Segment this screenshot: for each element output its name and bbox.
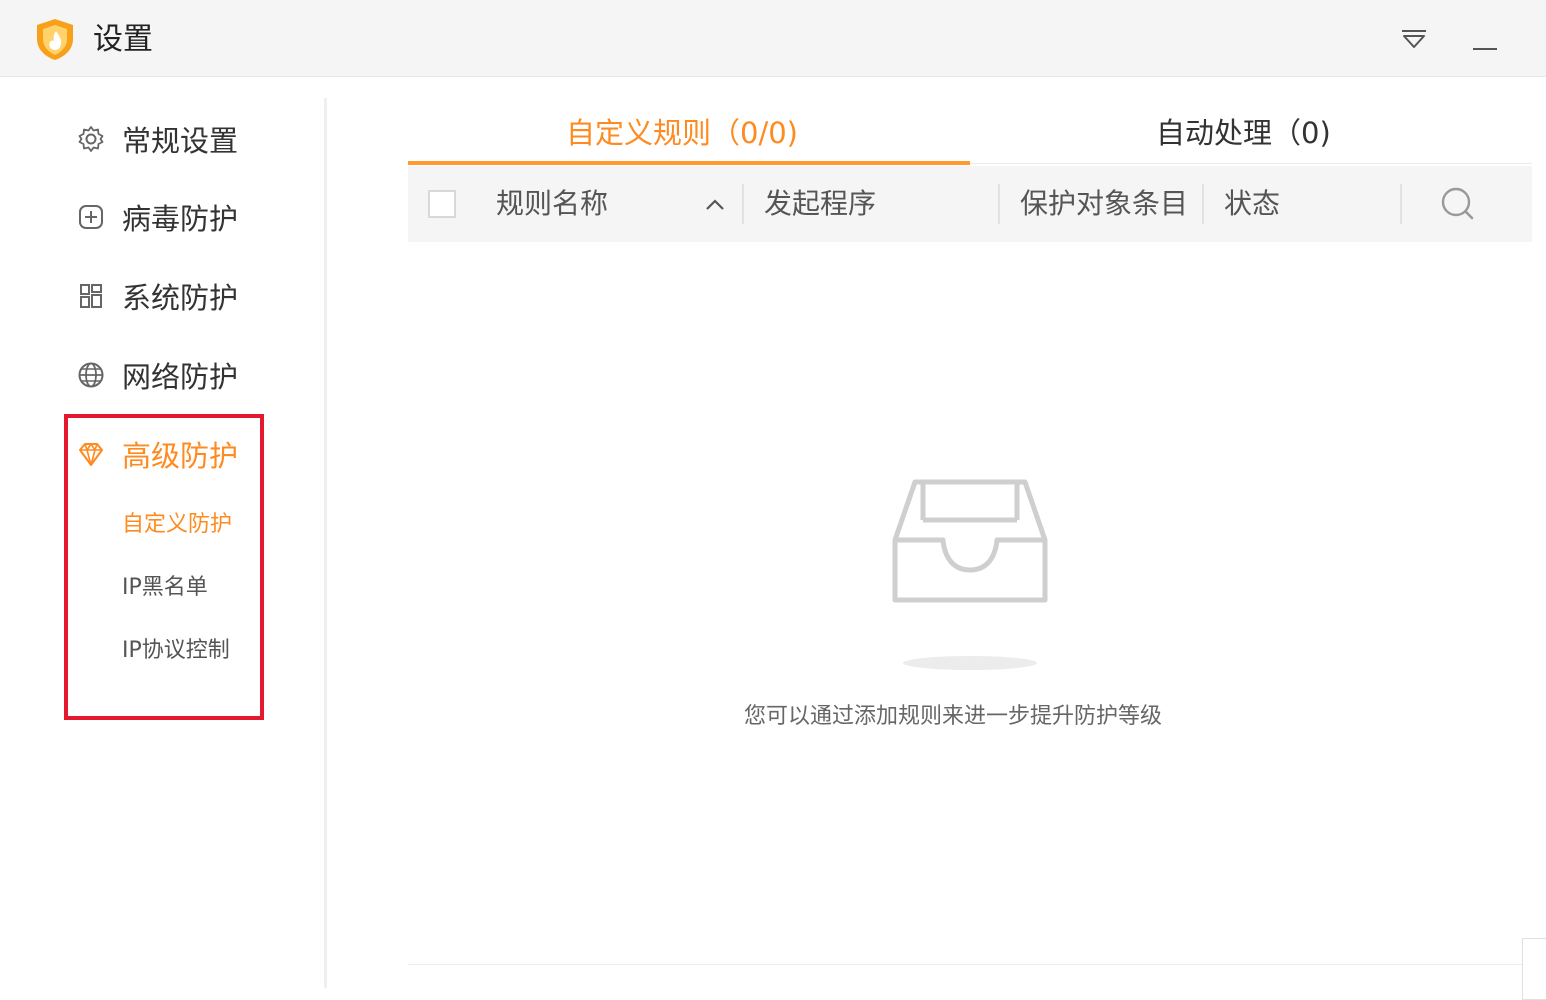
sidebar-item-network[interactable]: 网络防护: [74, 353, 238, 397]
minimize-button[interactable]: [1467, 22, 1503, 58]
column-separator: [1400, 184, 1402, 224]
column-separator: [1202, 184, 1204, 224]
sort-ascending-icon[interactable]: [702, 192, 728, 218]
grid-icon: [74, 279, 108, 313]
window-title: 设置: [93, 22, 153, 57]
sidebar-divider: [324, 98, 327, 988]
tab-auto-handle[interactable]: 自动处理（0): [1156, 110, 1331, 156]
column-rule-name[interactable]: 规则名称: [496, 166, 608, 242]
resize-corner: [1522, 938, 1546, 1000]
diamond-icon: [74, 437, 108, 471]
column-separator: [742, 184, 744, 224]
column-separator: [998, 184, 1000, 224]
sidebar-item-label: 常规设置: [122, 124, 239, 158]
sidebar-item-label: 系统防护: [122, 281, 239, 315]
subnav-ip-blacklist[interactable]: IP黑名单: [122, 573, 208, 603]
sidebar-item-system[interactable]: 系统防护: [74, 274, 238, 318]
sidebar-item-advanced[interactable]: 高级防护: [74, 432, 238, 476]
column-status[interactable]: 状态: [1224, 166, 1280, 242]
app-logo-icon: [37, 19, 73, 60]
subnav-ip-protocol-control[interactable]: IP协议控制: [122, 636, 230, 666]
active-tab-indicator: [408, 161, 970, 165]
title-bar: 设置: [0, 0, 1546, 77]
tab-custom-rules[interactable]: 自定义规则（0/0): [566, 110, 798, 156]
column-initiator[interactable]: 发起程序: [764, 166, 876, 242]
sidebar-item-label: 高级防护: [122, 439, 239, 473]
sidebar-item-label: 网络防护: [122, 360, 239, 394]
globe-icon: [74, 358, 108, 392]
subnav-custom-protection[interactable]: 自定义防护: [122, 510, 232, 540]
sidebar-item-virus[interactable]: 病毒防护: [74, 195, 238, 239]
empty-inbox-icon: [892, 479, 1048, 603]
dropdown-triangle-icon: [1402, 30, 1426, 48]
search-icon[interactable]: [1438, 184, 1478, 224]
sidebar-item-general[interactable]: 常规设置: [74, 117, 238, 161]
gear-icon: [74, 122, 108, 156]
menu-dropdown-button[interactable]: [1396, 22, 1432, 58]
sidebar-item-label: 病毒防护: [122, 202, 239, 236]
minimize-icon: [1473, 48, 1497, 50]
select-all-checkbox[interactable]: [428, 190, 456, 218]
table-header: 规则名称 发起程序 保护对象条目 状态: [408, 166, 1532, 242]
empty-shadow: [903, 656, 1037, 670]
empty-state-message: 您可以通过添加规则来进一步提升防护等级: [744, 704, 1163, 729]
footer-divider: [408, 964, 1532, 965]
plus-square-icon: [74, 200, 108, 234]
column-protected-objects[interactable]: 保护对象条目: [1020, 166, 1188, 242]
